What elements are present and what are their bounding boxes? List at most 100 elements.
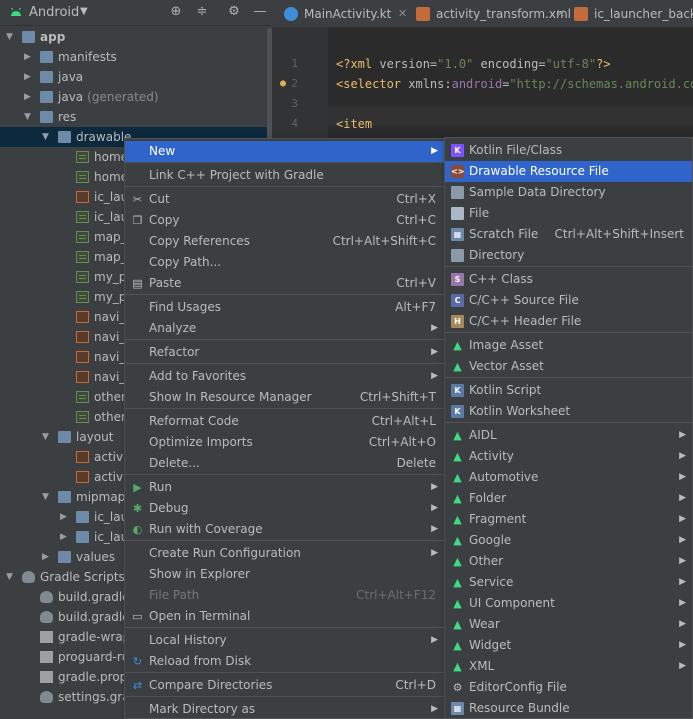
locate-icon[interactable]: ⊕ — [168, 4, 184, 20]
reload-icon: ↻ — [132, 655, 143, 668]
menu-item-resource-bundle[interactable]: ▦ Resource Bundle — [445, 698, 692, 719]
menu-item-editorconfig-file[interactable]: ⚙ EditorConfig File — [445, 677, 692, 698]
expanded-arrow-icon[interactable]: ▼ — [24, 107, 34, 127]
expanded-arrow-icon[interactable]: ▼ — [6, 567, 16, 587]
menu-item-show-in-resource-manager[interactable]: Show In Resource Manager Ctrl+Shift+T — [125, 387, 444, 408]
tree-item-app[interactable]: ▼ app — [0, 27, 272, 47]
menu-item-refactor[interactable]: Refactor ▶ — [125, 342, 444, 363]
menu-item-service[interactable]: ▲ Service ▶ — [445, 572, 692, 593]
line-number: 3 — [291, 97, 298, 110]
menu-item-copy-references[interactable]: Copy References Ctrl+Alt+Shift+C — [125, 231, 444, 252]
terminal-icon: ▭ — [132, 610, 143, 623]
expanded-arrow-icon[interactable]: ▼ — [6, 27, 16, 47]
collapse-all-icon[interactable]: ≑ — [194, 4, 210, 20]
menu-item-label: Local History — [149, 633, 227, 647]
menu-item-aidl[interactable]: ▲ AIDL ▶ — [445, 425, 692, 446]
menu-item-vector-asset[interactable]: ▲ Vector Asset — [445, 356, 692, 377]
menu-item-create-run-configuration[interactable]: Create Run Configuration ▶ — [125, 543, 444, 564]
folder-icon — [58, 491, 71, 503]
menu-item-c-c-source-file[interactable]: C C/C++ Source File — [445, 290, 692, 311]
menu-item-new[interactable]: New ▶ — [125, 141, 444, 162]
menu-item-add-to-favorites[interactable]: Add to Favorites ▶ — [125, 366, 444, 387]
tree-item-java[interactable]: ▶ java (generated) — [0, 87, 272, 107]
collapsed-arrow-icon[interactable]: ▶ — [24, 87, 34, 107]
submenu-arrow-icon: ▶ — [431, 635, 438, 645]
file-icon — [40, 651, 53, 663]
menu-item-file[interactable]: File — [445, 203, 692, 224]
menu-item-reformat-code[interactable]: Reformat Code Ctrl+Alt+L — [125, 411, 444, 432]
lightbulb-icon[interactable]: ● — [280, 74, 286, 94]
gradle-icon — [40, 591, 53, 603]
collapsed-arrow-icon[interactable]: ▶ — [42, 547, 52, 567]
menu-item-c-c-header-file[interactable]: H C/C++ Header File — [445, 311, 692, 332]
gear-icon[interactable]: ⚙ — [226, 4, 242, 20]
expanded-arrow-icon[interactable]: ▼ — [42, 487, 52, 507]
menu-item-analyze[interactable]: Analyze ▶ — [125, 318, 444, 339]
menu-item-copy-path[interactable]: Copy Path... — [125, 252, 444, 273]
chevron-down-icon[interactable]: ▼ — [80, 6, 88, 17]
menu-item-show-in-explorer[interactable]: Show in Explorer — [125, 564, 444, 585]
xml-vector-icon — [76, 271, 89, 283]
submenu-arrow-icon: ▶ — [679, 661, 686, 671]
menu-item-copy[interactable]: ❐ Copy Ctrl+C — [125, 210, 444, 231]
expanded-arrow-icon[interactable]: ▼ — [42, 427, 52, 447]
hide-panel-icon[interactable]: — — [252, 4, 268, 20]
menu-item-find-usages[interactable]: Find Usages Alt+F7 — [125, 297, 444, 318]
collapsed-arrow-icon[interactable]: ▶ — [60, 507, 70, 527]
project-view-selector[interactable]: Android — [29, 5, 79, 20]
menu-item-local-history[interactable]: Local History ▶ — [125, 630, 444, 651]
tree-item-res[interactable]: ▼ res — [0, 107, 272, 127]
menu-item-drawable-resource-file[interactable]: <> Drawable Resource File — [445, 161, 692, 182]
menu-item-label: Delete... — [149, 456, 200, 470]
collapsed-arrow-icon[interactable]: ▶ — [24, 47, 34, 67]
menu-item-folder[interactable]: ▲ Folder ▶ — [445, 488, 692, 509]
menu-item-xml[interactable]: ▲ XML ▶ — [445, 656, 692, 677]
menu-item-run[interactable]: ▶ Run ▶ — [125, 477, 444, 498]
menu-item-directory[interactable]: Directory — [445, 245, 692, 266]
menu-item-delete[interactable]: Delete... Delete — [125, 453, 444, 474]
tree-item-manifests[interactable]: ▶ manifests — [0, 47, 272, 67]
menu-item-automotive[interactable]: ▲ Automotive ▶ — [445, 467, 692, 488]
collapsed-arrow-icon[interactable]: ▶ — [24, 67, 34, 87]
android-icon: ▲ — [453, 597, 462, 610]
collapsed-arrow-icon[interactable]: ▶ — [60, 527, 70, 547]
close-icon[interactable]: ✕ — [556, 0, 565, 28]
menu-item-kotlin-script[interactable]: K Kotlin Script — [445, 380, 692, 401]
menu-item-wear[interactable]: ▲ Wear ▶ — [445, 614, 692, 635]
menu-item-shortcut: Ctrl+C — [396, 213, 436, 227]
menu-item-google[interactable]: ▲ Google ▶ — [445, 530, 692, 551]
close-icon[interactable]: ✕ — [398, 0, 407, 28]
menu-item-widget[interactable]: ▲ Widget ▶ — [445, 635, 692, 656]
expanded-arrow-icon[interactable]: ▼ — [42, 127, 52, 147]
menu-item-reload-from-disk[interactable]: ↻ Reload from Disk — [125, 651, 444, 672]
menu-item-image-asset[interactable]: ▲ Image Asset — [445, 335, 692, 356]
menu-item-activity[interactable]: ▲ Activity ▶ — [445, 446, 692, 467]
menu-item-paste[interactable]: ▤ Paste Ctrl+V — [125, 273, 444, 294]
menu-item-link-c-project-with-gradle[interactable]: Link C++ Project with Gradle — [125, 165, 444, 186]
menu-item-cut[interactable]: ✂ Cut Ctrl+X — [125, 189, 444, 210]
folder-icon — [451, 249, 464, 262]
menu-item-optimize-imports[interactable]: Optimize Imports Ctrl+Alt+O — [125, 432, 444, 453]
menu-item-other[interactable]: ▲ Other ▶ — [445, 551, 692, 572]
menu-item-scratch-file[interactable]: ▦ Scratch File Ctrl+Alt+Shift+Insert — [445, 224, 692, 245]
tree-item-label: navi_ — [94, 310, 126, 324]
menu-item-kotlin-file-class[interactable]: K Kotlin File/Class — [445, 140, 692, 161]
coverage-icon: ◐ — [132, 523, 143, 536]
menu-item-shortcut: Ctrl+Alt+L — [371, 414, 436, 428]
menu-item-fragment[interactable]: ▲ Fragment ▶ — [445, 509, 692, 530]
menu-item-compare-directories[interactable]: ⇄ Compare Directories Ctrl+D — [125, 675, 444, 696]
menu-item-kotlin-worksheet[interactable]: K Kotlin Worksheet — [445, 401, 692, 422]
menu-item-run-with-coverage[interactable]: ◐ Run with Coverage ▶ — [125, 519, 444, 540]
gradle-icon — [40, 691, 53, 703]
menu-item-debug[interactable]: ✱ Debug ▶ — [125, 498, 444, 519]
submenu-arrow-icon: ▶ — [431, 347, 438, 357]
menu-item-ui-component[interactable]: ▲ UI Component ▶ — [445, 593, 692, 614]
menu-item-open-in-terminal[interactable]: ▭ Open in Terminal — [125, 606, 444, 627]
menu-item-mark-directory-as[interactable]: Mark Directory as ▶ — [125, 699, 444, 719]
xml-drawable-icon — [76, 191, 89, 203]
tree-item-java[interactable]: ▶ java — [0, 67, 272, 87]
code-token: <item — [336, 117, 373, 131]
menu-item-c-class[interactable]: S C++ Class — [445, 269, 692, 290]
menu-item-sample-data-directory[interactable]: Sample Data Directory — [445, 182, 692, 203]
menu-item-label: Kotlin File/Class — [469, 143, 563, 157]
